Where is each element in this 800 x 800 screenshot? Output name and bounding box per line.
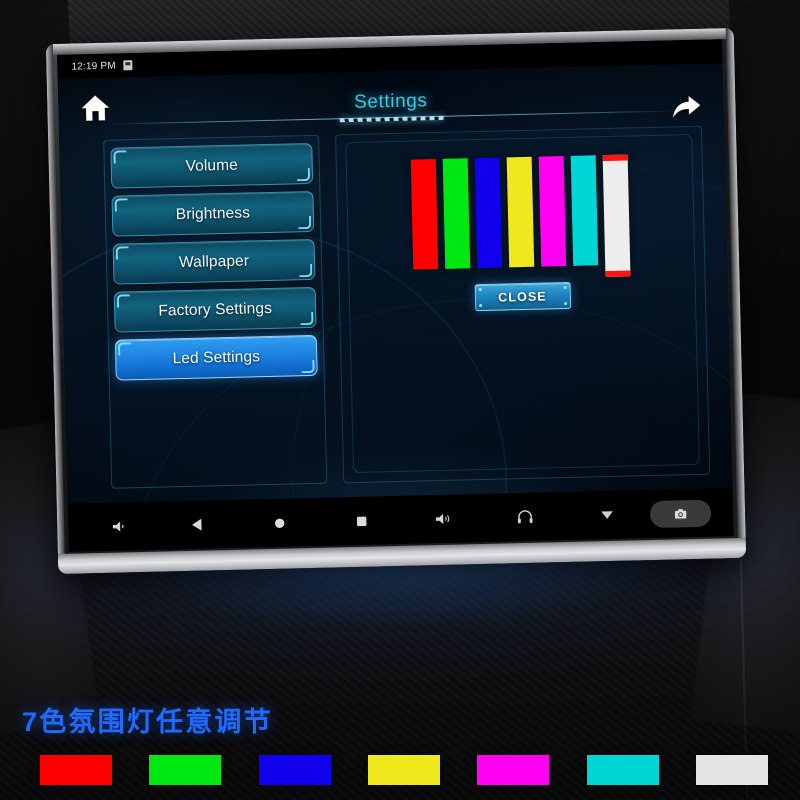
led-color-cyan[interactable]	[570, 155, 599, 266]
menu-item-factory-settings[interactable]: Factory Settings	[113, 286, 317, 333]
menu-item-led-settings[interactable]: Led Settings	[114, 334, 318, 381]
menu-item-wallpaper[interactable]: Wallpaper	[112, 238, 316, 285]
screenshot-button[interactable]	[649, 499, 712, 528]
promo-swatch-white	[695, 755, 768, 785]
promo-headline: 7色氛围灯任意调节	[22, 707, 273, 737]
promo-swatch-red	[40, 755, 112, 785]
screw-bl	[478, 303, 482, 308]
screw-br	[563, 301, 567, 306]
promo-color-swatch-strip	[40, 755, 768, 785]
settings-menu-panel: Volume Brightness Wallpaper Factory Sett…	[103, 134, 328, 489]
led-color-green[interactable]	[442, 158, 471, 269]
volume-down-icon[interactable]	[106, 513, 133, 540]
display-screen: 12:19 PM Settings Volume Brightness Wall…	[57, 39, 734, 552]
promo-swatch-blue	[258, 755, 331, 785]
close-button-label: CLOSE	[497, 288, 547, 305]
chevron-down-icon[interactable]	[594, 502, 621, 529]
home-circle-icon[interactable]	[266, 510, 293, 537]
promo-swatch-magenta	[477, 755, 550, 785]
promo-swatch-cyan	[586, 755, 659, 785]
recents-square-icon[interactable]	[348, 508, 375, 535]
menu-item-label: Brightness	[175, 203, 251, 223]
headphones-icon[interactable]	[512, 504, 539, 531]
led-color-swatch-row	[337, 153, 705, 284]
menu-item-label: Wallpaper	[178, 251, 250, 271]
menu-item-brightness[interactable]: Brightness	[111, 190, 315, 237]
promo-swatch-yellow	[367, 755, 440, 785]
volume-up-icon[interactable]	[430, 506, 457, 533]
screenshot-camera-icon	[674, 508, 687, 519]
promo-swatch-green	[149, 755, 222, 785]
status-time: 12:19 PM	[71, 60, 116, 73]
page-title: Settings	[353, 90, 428, 113]
led-color-red[interactable]	[410, 159, 439, 270]
settings-panels: Volume Brightness Wallpaper Factory Sett…	[103, 125, 711, 489]
screw-tl	[478, 287, 482, 292]
menu-item-volume[interactable]: Volume	[110, 142, 314, 189]
led-color-white[interactable]	[602, 154, 631, 278]
close-button[interactable]: CLOSE	[474, 281, 571, 312]
headrest-monitor: 12:19 PM Settings Volume Brightness Wall…	[45, 27, 747, 575]
led-color-blue[interactable]	[474, 157, 503, 269]
menu-item-label: Factory Settings	[158, 299, 273, 320]
product-scene: 12:19 PM Settings Volume Brightness Wall…	[0, 0, 800, 800]
menu-item-label: Volume	[185, 156, 239, 175]
screw-tr	[563, 285, 567, 290]
menu-item-label: Led Settings	[172, 347, 261, 367]
back-triangle-icon[interactable]	[184, 511, 211, 538]
settings-ui: Settings Volume Brightness Wallpaper Fac…	[57, 63, 733, 504]
led-color-yellow[interactable]	[506, 156, 535, 268]
led-color-magenta[interactable]	[538, 156, 567, 267]
led-settings-panel: CLOSE	[335, 125, 711, 484]
sd-card-icon	[123, 60, 133, 71]
